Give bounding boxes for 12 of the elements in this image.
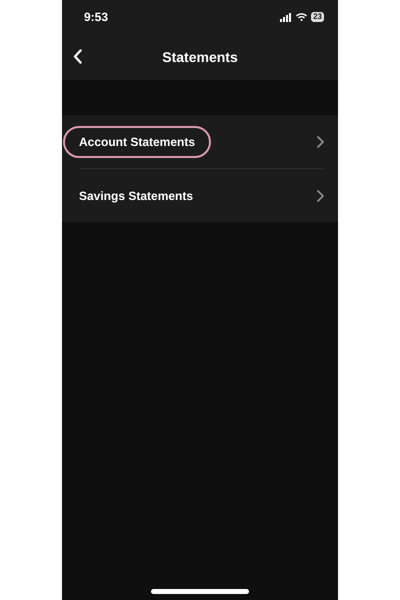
statement-row[interactable]: Account Statements (62, 115, 338, 168)
wifi-icon (296, 13, 308, 21)
status-time: 9:53 (84, 10, 108, 24)
row-label: Savings Statements (78, 188, 194, 204)
statement-row[interactable]: Savings Statements (62, 169, 338, 222)
signal-icon (280, 12, 292, 22)
chevron-icon (317, 136, 324, 148)
back-icon[interactable] (73, 49, 82, 64)
battery-level: 23 (311, 12, 324, 22)
chevron-icon (317, 190, 324, 202)
row-label: Account Statements (63, 126, 212, 158)
page-title: Statements (162, 49, 238, 65)
